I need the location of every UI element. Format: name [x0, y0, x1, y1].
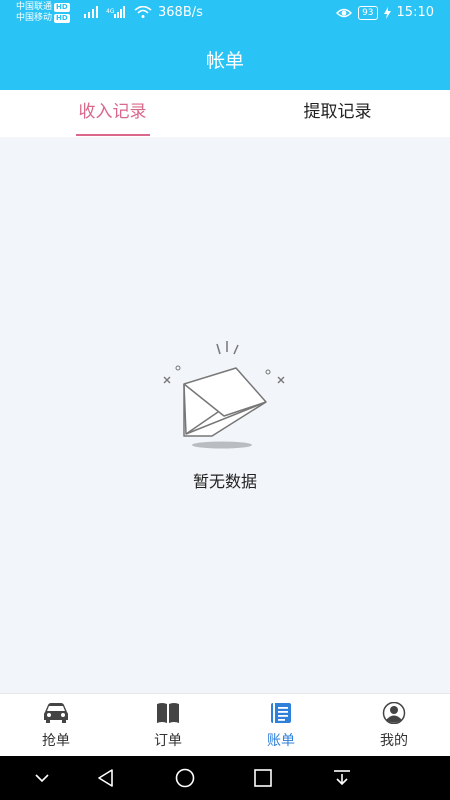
nav-bills[interactable]: 账单: [225, 702, 337, 750]
nav-label: 抢单: [42, 733, 70, 749]
nav-grab-order[interactable]: 抢单: [0, 702, 112, 750]
wifi-icon: [134, 6, 152, 18]
app-header: 中国联通 HD 中国移动 HD 4G 368B/s 93 15:10 帐单: [0, 0, 450, 90]
recent-apps-icon[interactable]: [253, 768, 273, 788]
home-icon[interactable]: [174, 768, 196, 788]
tab-bar: 收入记录 提取记录: [0, 90, 450, 137]
car-icon: [44, 703, 68, 723]
nav-orders[interactable]: 订单: [112, 702, 224, 750]
signal-icons: 4G: [84, 6, 152, 18]
active-tab-indicator: [76, 134, 150, 136]
nav-label: 我的: [380, 733, 408, 749]
page-title: 帐单: [205, 50, 244, 72]
signal-icon: [84, 6, 98, 18]
carrier-info: 中国联通 HD 中国移动 HD: [16, 2, 70, 24]
network-speed: 368B/s: [158, 5, 203, 20]
nav-label: 订单: [154, 733, 182, 749]
eye-icon: [336, 8, 353, 17]
back-icon[interactable]: [96, 768, 116, 788]
collapse-down-icon[interactable]: [34, 768, 50, 788]
carrier-2: 中国移动: [16, 13, 53, 23]
empty-state-text: 暂无数据: [192, 472, 257, 491]
tab-withdrawal-records[interactable]: 提取记录: [225, 90, 450, 137]
notification-pull-icon[interactable]: [332, 768, 352, 788]
person-icon: [382, 702, 406, 724]
tab-income-records[interactable]: 收入记录: [0, 90, 225, 137]
clock: 15:10: [396, 5, 434, 20]
charging-icon: [383, 6, 391, 19]
system-navigation-bar: [0, 756, 450, 800]
status-bar: 中国联通 HD 中国移动 HD 4G 368B/s 93 15:10: [0, 0, 450, 28]
nav-label: 账单: [267, 733, 295, 749]
hd-badge-2: HD: [54, 14, 70, 23]
signal-icon: 4G: [106, 6, 125, 18]
hd-badge-1: HD: [54, 3, 70, 12]
network-type-icon: 4G: [106, 8, 115, 15]
nav-mine[interactable]: 我的: [338, 702, 450, 750]
bill-icon: [271, 703, 291, 723]
empty-envelope-icon: [163, 341, 285, 449]
bottom-navigation: 抢单 订单 账单 我的: [0, 693, 450, 756]
status-right: 93 15:10: [336, 5, 434, 20]
carrier-1: 中国联通: [16, 2, 53, 12]
battery-indicator: 93: [358, 5, 378, 20]
book-icon: [157, 703, 179, 723]
